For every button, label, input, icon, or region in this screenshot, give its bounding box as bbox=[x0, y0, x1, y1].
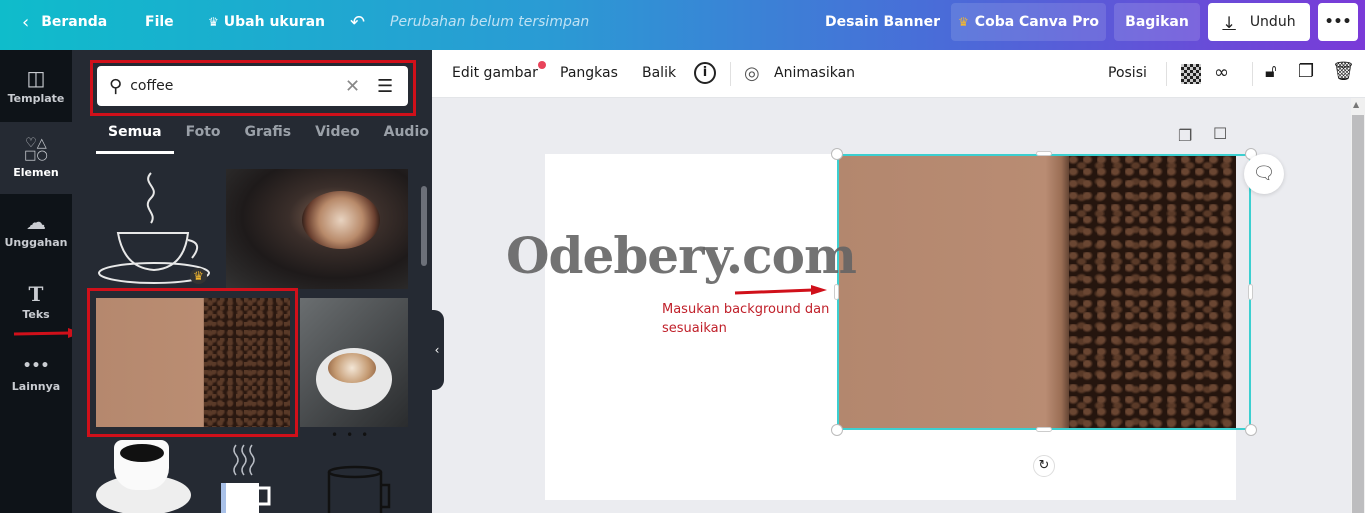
tab-video[interactable]: Video bbox=[303, 118, 372, 154]
toolbar-divider bbox=[1166, 62, 1167, 86]
crown-icon: ♛ bbox=[208, 15, 219, 29]
more-options-button[interactable]: ••• bbox=[1318, 3, 1358, 41]
download-icon: ↓ bbox=[1222, 12, 1236, 32]
add-comment-button[interactable]: 🗨︎ bbox=[1244, 154, 1284, 194]
latte-cup bbox=[302, 191, 380, 249]
undo-icon[interactable]: ↶ bbox=[350, 0, 365, 44]
edit-image-button[interactable]: Edit gambar bbox=[452, 61, 546, 81]
pro-label: Coba Canva Pro bbox=[974, 14, 1099, 30]
resize-button[interactable]: ♛ Ubah ukuran bbox=[208, 0, 325, 44]
download-button[interactable]: ↓ Unduh bbox=[1208, 3, 1310, 41]
position-button[interactable]: Posisi bbox=[1108, 65, 1147, 81]
resize-handle-right[interactable] bbox=[1248, 284, 1253, 300]
chevron-left-icon: ‹ bbox=[22, 11, 30, 33]
save-status: Perubahan belum tersimpan bbox=[390, 14, 590, 30]
more-icon: ••• bbox=[22, 357, 50, 374]
rail-label: Template bbox=[7, 91, 65, 105]
white-mug-graphic[interactable] bbox=[218, 443, 288, 513]
resize-handle-bottom-right[interactable] bbox=[1245, 424, 1257, 436]
tab-audio[interactable]: Audio bbox=[372, 118, 441, 154]
dark-mug-graphic[interactable]: ••• bbox=[325, 430, 395, 513]
scroll-up-icon[interactable]: ▲ bbox=[1353, 100, 1359, 109]
resize-handle-top[interactable] bbox=[1036, 151, 1052, 156]
top-bar: ‹ Beranda File ♛ Ubah ukuran ↶ Perubahan… bbox=[0, 0, 1365, 50]
notification-dot bbox=[537, 61, 546, 69]
tab-photo[interactable]: Foto bbox=[174, 118, 233, 154]
upload-icon: ☁ bbox=[26, 209, 46, 234]
delete-icon[interactable]: 🗑︎ bbox=[1332, 61, 1355, 82]
tab-all[interactable]: Semua bbox=[96, 118, 174, 154]
rotate-handle[interactable]: ↻ bbox=[1033, 455, 1055, 477]
crop-button[interactable]: Pangkas bbox=[560, 65, 618, 81]
rail-item-template[interactable]: ◫ Template bbox=[0, 50, 72, 122]
chevron-left-icon: ‹ bbox=[434, 343, 440, 357]
rail-label: Elemen bbox=[13, 165, 59, 179]
animate-button[interactable]: Animasikan bbox=[774, 65, 855, 81]
add-page-icon[interactable]: ☐ bbox=[1213, 124, 1227, 143]
animate-icon: ◎ bbox=[744, 63, 760, 84]
black-coffee-cup-graphic[interactable] bbox=[96, 440, 194, 513]
coffee-beans-background-photo[interactable] bbox=[96, 298, 290, 427]
coffee-cup-line-graphic[interactable]: ♛ bbox=[96, 168, 214, 286]
rail-label: Teks bbox=[22, 307, 50, 321]
file-menu[interactable]: File bbox=[145, 0, 174, 44]
duplicate-icon[interactable]: ❐ bbox=[1298, 61, 1314, 82]
rail-item-elements[interactable]: ♡△ □○ Elemen bbox=[0, 122, 72, 194]
back-label: Beranda bbox=[41, 14, 108, 30]
try-pro-button[interactable]: ♛ Coba Canva Pro bbox=[951, 3, 1106, 41]
design-title[interactable]: Desain Banner bbox=[825, 0, 940, 44]
crown-icon: ♛ bbox=[958, 15, 969, 29]
filter-icon[interactable]: ☰ bbox=[377, 76, 393, 97]
edit-image-label: Edit gambar bbox=[452, 65, 538, 81]
rail-item-uploads[interactable]: ☁ Unggahan bbox=[0, 194, 72, 266]
panel-scrollbar[interactable] bbox=[421, 186, 427, 266]
resize-handle-left[interactable] bbox=[834, 284, 839, 300]
info-icon[interactable]: i bbox=[694, 62, 716, 84]
elements-icon: ♡△ □○ bbox=[24, 135, 48, 163]
duplicate-page-icon[interactable]: ❐ bbox=[1178, 126, 1192, 145]
lock-icon[interactable]: 🔓︎ bbox=[1265, 61, 1277, 82]
rail-label: Unggahan bbox=[4, 235, 68, 249]
transparency-icon[interactable] bbox=[1181, 64, 1201, 84]
side-rail: ◫ Template ♡△ □○ Elemen ☁ Unggahan T Teks… bbox=[0, 50, 72, 513]
resize-handle-bottom[interactable] bbox=[1036, 427, 1052, 432]
share-button[interactable]: Bagikan bbox=[1114, 3, 1200, 41]
flip-button[interactable]: Balik bbox=[642, 65, 676, 81]
coffee-beans-texture bbox=[204, 298, 290, 427]
watermark-text: Odebery.com bbox=[506, 226, 857, 285]
text-icon: T bbox=[28, 281, 44, 306]
resize-handle-bottom-left[interactable] bbox=[831, 424, 843, 436]
collapse-panel-button[interactable]: ‹ bbox=[430, 310, 444, 390]
rail-item-more[interactable]: ••• Lainnya bbox=[0, 338, 72, 410]
clear-search-icon[interactable]: ✕ bbox=[345, 76, 360, 97]
latte-art-photo[interactable] bbox=[226, 169, 408, 289]
cup-foam bbox=[328, 353, 376, 383]
context-toolbar: Edit gambar Pangkas Balik i ◎ Animasikan… bbox=[432, 50, 1365, 98]
search-input[interactable] bbox=[130, 78, 331, 94]
annotation-arrow-icon bbox=[734, 285, 827, 295]
toolbar-divider bbox=[1252, 62, 1253, 86]
search-icon: ⚲ bbox=[109, 75, 123, 97]
tab-graphics[interactable]: Grafis bbox=[233, 118, 304, 154]
download-label: Unduh bbox=[1249, 14, 1296, 30]
toolbar-divider bbox=[730, 62, 731, 86]
back-home-button[interactable]: ‹ Beranda bbox=[22, 0, 107, 44]
template-icon: ◫ bbox=[26, 65, 46, 90]
resize-handle-top-left[interactable] bbox=[831, 148, 843, 160]
cappuccino-photo[interactable] bbox=[300, 298, 408, 427]
link-icon[interactable]: ∞ bbox=[1214, 62, 1229, 83]
canvas-scrollbar-thumb[interactable] bbox=[1352, 115, 1364, 513]
selection-frame bbox=[837, 154, 1251, 430]
comment-icon: 🗨︎ bbox=[1252, 163, 1276, 184]
coffee bbox=[120, 444, 164, 462]
crown-icon: ♛ bbox=[190, 268, 207, 284]
annotation-text: Masukan background dan sesuaikan bbox=[662, 302, 830, 336]
panel-tabs: Semua Foto Grafis Video Audio bbox=[96, 118, 441, 154]
resize-label: Ubah ukuran bbox=[223, 14, 326, 30]
rail-label: Lainnya bbox=[11, 379, 61, 393]
search-box: ⚲ ✕ ☰ bbox=[97, 66, 408, 106]
